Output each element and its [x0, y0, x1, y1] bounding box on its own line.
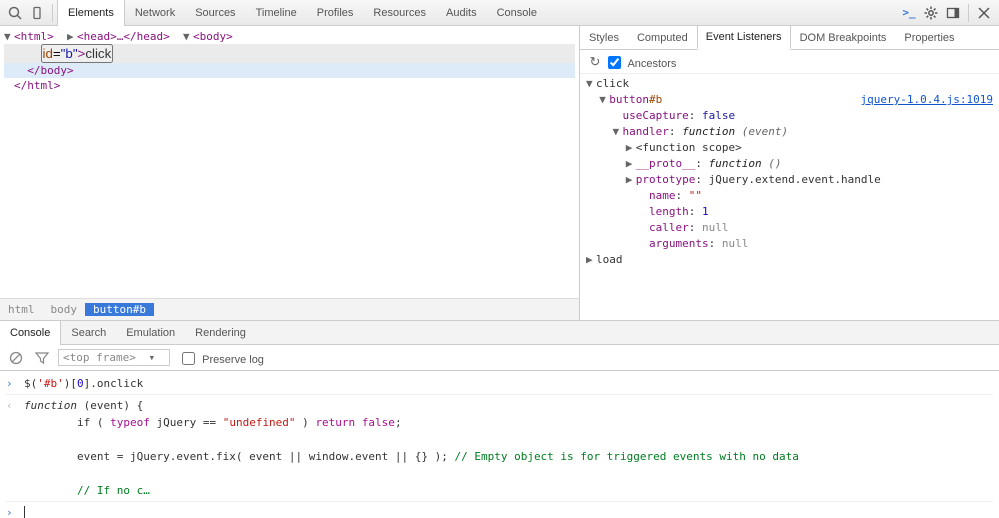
listener-row[interactable]: ▶load [586, 252, 993, 268]
listener-row[interactable]: ▶__proto__: function () [586, 156, 993, 172]
drawer-tab-search[interactable]: Search [61, 321, 116, 345]
sidebar-tab-computed[interactable]: Computed [628, 26, 697, 50]
sidebar-tabs: StylesComputedEvent ListenersDOM Breakpo… [580, 26, 999, 50]
inspect-icon[interactable] [4, 2, 26, 24]
main-tab-audits[interactable]: Audits [436, 0, 487, 26]
event-listeners-content[interactable]: ▼click ▼button#bjquery-1.0.4.js:1019 use… [580, 74, 999, 320]
preserve-log-text: Preserve log [202, 354, 264, 366]
separator [968, 4, 969, 22]
sidebar-tab-event-listeners[interactable]: Event Listeners [697, 26, 791, 50]
console-entry: ‹function (event) { if ( typeof jQuery =… [6, 395, 993, 502]
main-split: ▼<html> ▶<head>…</head> ▼<body> id="b">c… [0, 26, 999, 321]
close-icon[interactable] [973, 2, 995, 24]
main-tab-console[interactable]: Console [487, 0, 547, 26]
main-tab-elements[interactable]: Elements [57, 0, 125, 26]
dom-node[interactable]: </html> [4, 79, 60, 92]
sidebar-tab-dom-breakpoints[interactable]: DOM Breakpoints [791, 26, 896, 50]
drawer-tab-console[interactable]: Console [0, 321, 61, 345]
filter-icon[interactable] [32, 348, 52, 368]
listener-row[interactable]: ▶<function scope> [586, 140, 993, 156]
breadcrumb-item[interactable]: body [43, 303, 86, 316]
dom-node[interactable]: ▶<head>…</head> [54, 30, 170, 43]
show-drawer-icon[interactable]: >_ [898, 2, 920, 24]
listener-row[interactable]: name: "" [586, 188, 993, 204]
dom-tree[interactable]: ▼<html> ▶<head>…</head> ▼<body> id="b">c… [0, 26, 579, 298]
listener-row[interactable]: arguments: null [586, 236, 993, 252]
separator [52, 4, 53, 22]
dom-node[interactable]: </body> [4, 63, 575, 78]
clear-console-icon[interactable] [6, 348, 26, 368]
frame-selector[interactable]: <top frame> ▾ [58, 349, 170, 366]
drawer-tabs: ConsoleSearchEmulationRendering [0, 321, 999, 345]
drawer-tab-emulation[interactable]: Emulation [116, 321, 185, 345]
breadcrumb-item[interactable]: button#b [85, 303, 154, 316]
sidebar-tab-styles[interactable]: Styles [580, 26, 628, 50]
listener-row[interactable]: ▼button#bjquery-1.0.4.js:1019 [586, 92, 993, 108]
source-link[interactable]: jquery-1.0.4.js:1019 [861, 92, 993, 108]
console-output[interactable]: ›$('#b')[0].onclick‹function (event) { i… [0, 371, 999, 518]
ancestors-label: Ancestors [627, 58, 676, 70]
frame-value: <top frame> [63, 351, 136, 364]
devtools-toolbar: ElementsNetworkSourcesTimelineProfilesRe… [0, 0, 999, 26]
main-tab-network[interactable]: Network [125, 0, 185, 26]
listener-row[interactable]: useCapture: false [586, 108, 993, 124]
ancestors-checkbox-label[interactable]: Ancestors [608, 54, 676, 70]
listener-row[interactable]: caller: null [586, 220, 993, 236]
listener-row[interactable]: ▼click [586, 76, 993, 92]
drawer-tab-rendering[interactable]: Rendering [185, 321, 256, 345]
dom-node[interactable]: ▼<html> [4, 30, 54, 43]
preserve-log-checkbox[interactable] [182, 352, 195, 365]
refresh-icon[interactable]: ↻ [586, 53, 604, 71]
breadcrumb: htmlbodybutton#b [0, 298, 579, 320]
dock-side-icon[interactable] [942, 2, 964, 24]
console-prompt[interactable]: › [6, 502, 993, 518]
listener-row[interactable]: ▼handler: function (event) [586, 124, 993, 140]
device-mode-icon[interactable] [26, 2, 48, 24]
breadcrumb-item[interactable]: html [0, 303, 43, 316]
elements-sidebar: StylesComputedEvent ListenersDOM Breakpo… [580, 26, 999, 320]
listener-row[interactable]: length: 1 [586, 204, 993, 220]
dom-node[interactable]: id="b">click [4, 44, 575, 63]
listener-row[interactable]: ▶prototype: jQuery.extend.event.handle [586, 172, 993, 188]
ancestors-checkbox[interactable] [608, 56, 621, 69]
preserve-log-label[interactable]: Preserve log [182, 350, 264, 366]
sidebar-tab-properties[interactable]: Properties [895, 26, 963, 50]
main-tab-resources[interactable]: Resources [363, 0, 436, 26]
main-tab-sources[interactable]: Sources [185, 0, 245, 26]
sidebar-toolbar: ↻ Ancestors [580, 50, 999, 74]
console-toolbar: <top frame> ▾ Preserve log [0, 345, 999, 371]
main-tab-profiles[interactable]: Profiles [307, 0, 364, 26]
main-tab-timeline[interactable]: Timeline [246, 0, 307, 26]
settings-icon[interactable] [920, 2, 942, 24]
dom-node[interactable]: ▼<body> [170, 30, 233, 43]
elements-panel: ▼<html> ▶<head>…</head> ▼<body> id="b">c… [0, 26, 580, 320]
console-entry[interactable]: ›$('#b')[0].onclick [6, 373, 993, 395]
